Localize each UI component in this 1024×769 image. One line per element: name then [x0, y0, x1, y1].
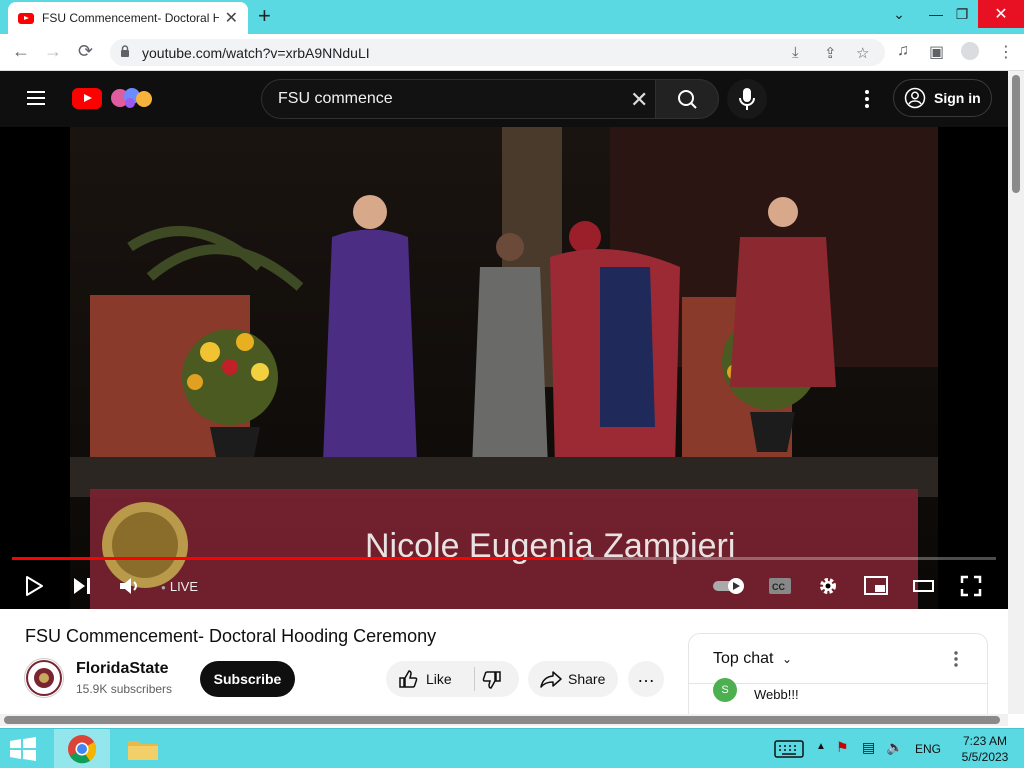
chat-mode-dropdown[interactable]: Top chat ⌄	[713, 650, 792, 668]
microphone-icon	[739, 88, 755, 110]
horizontal-scroll-thumb[interactable]	[4, 716, 1000, 724]
browser-tab[interactable]: FSU Commencement- Doctoral Hooding Cerem…	[8, 2, 248, 34]
address-bar[interactable]: youtube.com/watch?v=xrbA9NNduLI ⤓ ⇪ ☆	[110, 39, 885, 66]
thumbs-down-icon[interactable]	[482, 670, 502, 690]
browser-menu-icon[interactable]: ⋮	[998, 42, 1014, 62]
profile-avatar-icon[interactable]	[961, 42, 979, 60]
windows-start-icon[interactable]	[8, 737, 38, 761]
search-button[interactable]	[655, 79, 719, 119]
url-text: youtube.com/watch?v=xrbA9NNduLI	[142, 45, 370, 61]
video-player[interactable]: Nicole Eugenia Zampieri LIVE CC	[0, 127, 1008, 609]
thumbs-up-icon[interactable]	[398, 669, 418, 689]
folder-icon	[128, 741, 158, 760]
share-label: Share	[568, 671, 606, 687]
account-icon	[904, 87, 926, 109]
chat-options-icon[interactable]	[951, 650, 961, 668]
like-divider	[474, 667, 475, 691]
search-icon	[678, 90, 697, 109]
tab-close-icon[interactable]: ✕	[225, 8, 238, 28]
tab-title: FSU Commencement- Doctoral Hooding Cerem…	[42, 11, 219, 25]
browser-toolbar: ← → ⟳ youtube.com/watch?v=xrbA9NNduLI ⤓ …	[0, 34, 1024, 71]
window-close-button[interactable]: ✕	[978, 0, 1024, 28]
youtube-logo-icon[interactable]	[72, 88, 102, 109]
player-controls: LIVE CC	[0, 567, 1008, 607]
file-explorer-taskbar-button[interactable]	[122, 729, 164, 769]
lock-icon	[121, 45, 129, 57]
fsu-seal-icon	[26, 660, 62, 696]
share-page-icon[interactable]: ⇪	[824, 44, 837, 62]
channel-name[interactable]: FloridaState	[76, 660, 168, 678]
sign-in-button[interactable]: Sign in	[893, 79, 992, 117]
video-title: FSU Commencement- Doctoral Hooding Cerem…	[25, 626, 437, 646]
share-button[interactable]: Share	[528, 661, 618, 697]
forward-arrow-icon[interactable]: →	[44, 41, 62, 62]
vertical-scrollbar[interactable]	[1008, 71, 1024, 714]
next-video-icon[interactable]	[72, 575, 92, 597]
settings-gear-icon[interactable]	[817, 575, 839, 597]
chat-author-avatar: S	[713, 678, 737, 702]
touch-keyboard-icon[interactable]	[774, 740, 804, 758]
horizontal-scrollbar[interactable]	[0, 714, 1008, 726]
clock-time: 7:23 AM	[962, 734, 1008, 748]
taskbar-clock[interactable]: 7:23 AM 5/5/2023	[955, 733, 1015, 765]
reload-icon[interactable]: ⟳	[78, 41, 93, 62]
live-indicator[interactable]: LIVE	[161, 579, 198, 594]
more-actions-button[interactable]: …	[628, 661, 664, 697]
svg-text:CC: CC	[772, 582, 785, 592]
miniplayer-icon[interactable]	[864, 576, 888, 596]
chat-title: Top chat	[713, 650, 774, 667]
show-hidden-icons-icon[interactable]: ▲	[816, 741, 826, 752]
new-tab-button[interactable]: +	[258, 3, 271, 29]
youtube-doodle-icon[interactable]	[108, 85, 156, 111]
side-panel-icon[interactable]: ▣	[929, 42, 944, 62]
search-input[interactable]: FSU commence ✕	[261, 79, 656, 119]
volume-icon[interactable]	[118, 575, 142, 597]
channel-avatar[interactable]	[24, 658, 64, 698]
chat-message: Webb!!!	[754, 687, 799, 702]
progress-fill	[12, 557, 583, 560]
autoplay-toggle-icon[interactable]	[712, 577, 746, 595]
network-icon[interactable]: ▤	[862, 739, 875, 756]
progress-bar[interactable]	[12, 557, 996, 560]
like-button[interactable]: Like	[426, 671, 452, 687]
search-query-text: FSU commence	[278, 90, 393, 107]
menu-hamburger-icon[interactable]	[27, 91, 45, 105]
back-arrow-icon[interactable]: ←	[12, 41, 30, 62]
live-chat-panel: Top chat ⌄ S Webb!!!	[688, 633, 988, 723]
chrome-icon	[68, 735, 97, 764]
video-frame[interactable]: Nicole Eugenia Zampieri	[70, 127, 938, 609]
video-details: FSU Commencement- Doctoral Hooding Cerem…	[0, 609, 1008, 723]
clock-date: 5/5/2023	[961, 750, 1009, 764]
chat-header: Top chat ⌄	[689, 634, 987, 684]
chrome-taskbar-button[interactable]	[54, 729, 110, 769]
language-indicator[interactable]: ENG	[915, 742, 941, 756]
share-arrow-icon	[540, 671, 562, 688]
windows-taskbar: ▲ ⚑ ▤ 🔈 ENG 7:23 AM 5/5/2023	[0, 728, 1024, 769]
play-icon[interactable]	[24, 575, 44, 597]
youtube-favicon-icon	[18, 12, 34, 24]
action-center-flag-icon[interactable]: ⚑	[836, 739, 849, 756]
tab-search-icon[interactable]: ⌄	[879, 0, 919, 28]
clear-search-icon[interactable]: ✕	[630, 87, 648, 113]
chevron-down-icon: ⌄	[781, 652, 792, 666]
sign-in-label: Sign in	[934, 90, 981, 106]
like-dislike-group: Like	[386, 661, 519, 697]
install-app-icon[interactable]: ⤓	[792, 44, 799, 61]
bookmark-star-icon[interactable]: ☆	[856, 44, 869, 62]
theater-mode-icon[interactable]	[912, 578, 936, 594]
subscriber-count: 15.9K subscribers	[76, 682, 173, 696]
voice-search-button[interactable]	[727, 79, 767, 119]
subscribe-button[interactable]: Subscribe	[200, 661, 295, 697]
volume-muted-icon[interactable]: 🔈	[886, 739, 903, 756]
browser-tab-strip: FSU Commencement- Doctoral Hooding Cerem…	[0, 0, 1024, 34]
vertical-scroll-thumb[interactable]	[1012, 75, 1020, 193]
fullscreen-icon[interactable]	[960, 575, 982, 597]
restore-button[interactable]: ❐	[942, 0, 982, 28]
media-controls-icon[interactable]: ♫	[897, 42, 909, 60]
captions-icon[interactable]: CC	[768, 577, 792, 595]
youtube-header: FSU commence ✕ Sign in	[0, 71, 1008, 127]
settings-kebab-icon[interactable]	[857, 88, 877, 110]
